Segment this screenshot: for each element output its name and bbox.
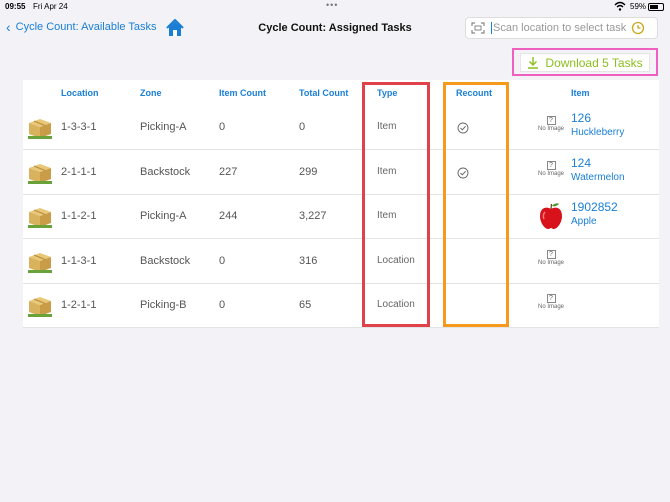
status-date: Fri Apr 24 xyxy=(33,2,68,11)
scan-location-search[interactable] xyxy=(465,17,658,39)
recount-check-icon xyxy=(457,122,469,134)
status-time: 09:55 xyxy=(5,2,26,11)
cell-total-count: 3,227 xyxy=(299,210,327,222)
no-image-label: No Image xyxy=(537,126,564,132)
search-input[interactable] xyxy=(493,22,629,34)
cell-total-count: 299 xyxy=(299,165,318,178)
no-image-label: No Image xyxy=(537,304,564,310)
item-number-link[interactable]: 1902852 xyxy=(571,200,618,214)
cell-total-count: 316 xyxy=(299,254,318,267)
item-number-link[interactable]: 124 xyxy=(571,156,591,170)
cell-location: 2-1-1-1 xyxy=(61,165,97,178)
question-icon: ? xyxy=(546,116,556,125)
question-icon: ? xyxy=(546,294,556,303)
apple-image xyxy=(540,203,562,229)
download-tasks-button[interactable]: Download 5 Tasks xyxy=(520,53,650,72)
multitask-dots[interactable]: ••• xyxy=(326,0,338,10)
cell-item-count: 0 xyxy=(219,299,226,311)
battery-icon xyxy=(648,3,664,11)
table-row[interactable]: 1-1-2-1 Picking-A 244 3,227 Item 1902852 Apple xyxy=(23,195,659,239)
cell-zone: Backstock xyxy=(140,254,191,267)
chevron-left-icon: ‹ xyxy=(6,18,11,35)
box-icon xyxy=(28,252,52,273)
text-caret xyxy=(491,22,492,34)
back-label: Cycle Count: Available Tasks xyxy=(15,21,157,33)
download-label: Download 5 Tasks xyxy=(545,55,643,70)
item-name-link[interactable]: Huckleberry xyxy=(571,127,624,138)
cell-zone: Picking-B xyxy=(140,299,187,311)
table-row[interactable]: 1-1-3-1 Backstock 0 316 Location? No Image xyxy=(23,240,659,284)
no-image-label: No Image xyxy=(537,170,564,177)
home-icon[interactable] xyxy=(165,18,185,38)
header-item-count[interactable]: Item Count xyxy=(219,88,266,98)
cell-location: 1-2-1-1 xyxy=(61,299,97,311)
cell-type: Location xyxy=(377,254,415,266)
download-icon xyxy=(528,57,539,69)
box-icon xyxy=(28,208,52,228)
no-image-placeholder: ? No Image xyxy=(533,116,569,132)
cell-total-count: 65 xyxy=(299,299,312,311)
history-clock-icon[interactable] xyxy=(631,21,645,35)
box-icon xyxy=(28,163,52,184)
no-image-placeholder: ? No Image xyxy=(533,249,569,266)
item-number-link[interactable]: 126 xyxy=(571,111,591,125)
table-row[interactable]: 1-3-3-1 Picking-A 0 0 Item? No Image 126 Huckle… xyxy=(23,106,659,150)
header-recount[interactable]: Recount xyxy=(456,88,492,98)
header-total-count[interactable]: Total Count xyxy=(299,88,348,98)
cell-type: Location xyxy=(377,299,415,310)
wifi-icon xyxy=(614,1,626,11)
cell-location: 1-1-2-1 xyxy=(61,210,97,222)
header-zone[interactable]: Zone xyxy=(140,88,162,98)
table-row[interactable]: 1-2-1-1 Picking-B 0 65 Location? No Image xyxy=(23,284,659,328)
download-highlight: Download 5 Tasks xyxy=(512,48,658,76)
cell-total-count: 0 xyxy=(299,121,306,133)
cell-type: Item xyxy=(377,121,397,132)
question-icon: ? xyxy=(546,249,556,259)
cell-zone: Backstock xyxy=(140,165,191,178)
cell-item-count: 227 xyxy=(219,165,238,178)
cell-type: Item xyxy=(377,210,397,221)
no-image-placeholder: ? No Image xyxy=(533,160,569,177)
no-image-placeholder: ? No Image xyxy=(533,294,569,310)
cell-item-count: 0 xyxy=(219,254,226,267)
barcode-scan-icon[interactable] xyxy=(471,22,485,34)
cell-location: 1-3-3-1 xyxy=(61,121,97,133)
item-name-link[interactable]: Watermelon xyxy=(571,172,625,183)
cell-item-count: 244 xyxy=(219,210,238,222)
back-button[interactable]: ‹ Cycle Count: Available Tasks xyxy=(6,18,157,35)
tasks-table: Location Zone Item Count Total Count Typ… xyxy=(23,80,659,328)
cell-zone: Picking-A xyxy=(140,210,187,222)
cell-item-count: 0 xyxy=(219,121,226,133)
recount-check-icon xyxy=(457,167,469,178)
no-image-label: No Image xyxy=(537,259,564,266)
table-row[interactable]: 2-1-1-1 Backstock 227 299 Item? No Image 124 Wa… xyxy=(23,151,659,195)
nav-bar: ‹ Cycle Count: Available Tasks Cycle Cou… xyxy=(0,14,670,44)
header-type[interactable]: Type xyxy=(377,88,397,98)
status-bar: 09:55 Fri Apr 24 ••• 59% xyxy=(0,0,670,14)
box-icon xyxy=(28,297,52,317)
item-name-link[interactable]: Apple xyxy=(571,216,597,227)
question-icon: ? xyxy=(546,160,556,170)
cell-type: Item xyxy=(377,165,397,177)
battery-percent: 59% xyxy=(630,2,647,11)
header-item[interactable]: Item xyxy=(571,88,590,98)
box-icon xyxy=(28,119,52,139)
header-location[interactable]: Location xyxy=(61,88,99,98)
cell-zone: Picking-A xyxy=(140,121,187,133)
cell-location: 1-1-3-1 xyxy=(61,254,97,267)
